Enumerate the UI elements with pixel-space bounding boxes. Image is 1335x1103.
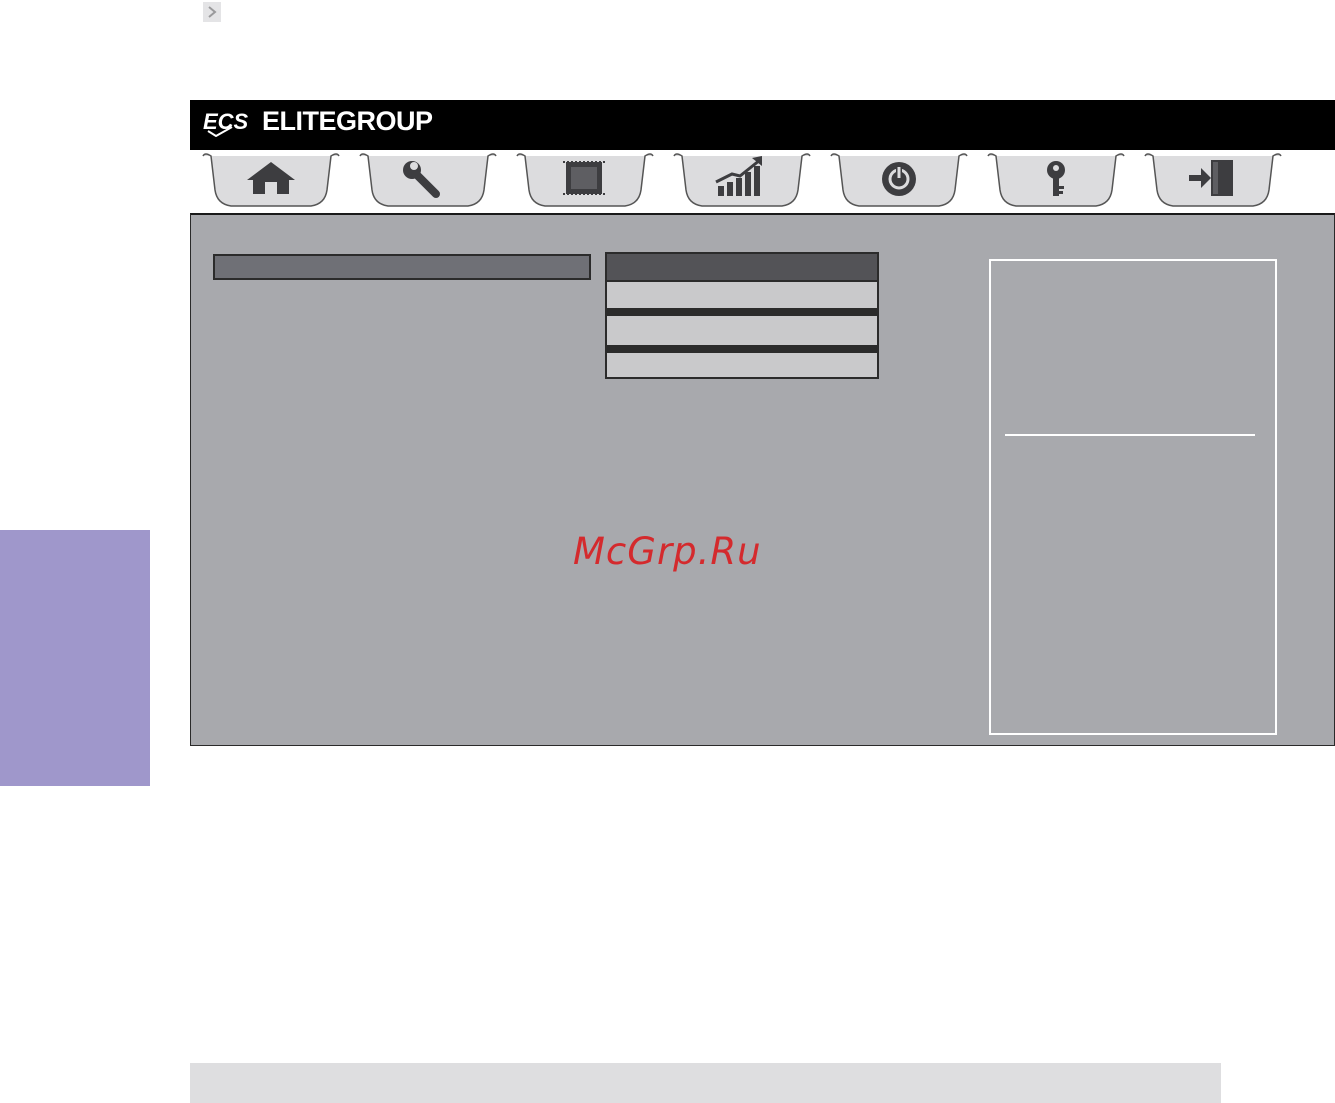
footer-bar [190,1063,1221,1103]
options-popup-header [605,252,879,282]
tab-chipset[interactable] [509,150,661,213]
chip-icon [563,161,605,195]
tab-performance[interactable] [666,150,818,213]
brand-name: ELITEGROUP [262,106,433,136]
tab-boot[interactable] [823,150,975,213]
tab-main[interactable] [195,150,347,213]
options-popup [605,252,879,379]
chevron-right-icon [203,2,221,22]
ecs-logo: ECS [202,109,254,142]
help-panel [989,259,1277,735]
tab-exit[interactable] [1137,150,1289,213]
tab-advanced[interactable] [352,150,504,213]
tab-bar [190,150,1335,213]
option-item-2[interactable] [605,316,879,347]
help-divider [1005,434,1255,436]
brand-bar: ECS ELITEGROUP [190,100,1335,150]
power-icon [882,162,916,196]
setting-row-selected[interactable] [213,254,591,280]
side-chapter-tab [0,530,150,786]
settings-panel [190,213,1335,746]
option-item-3[interactable] [605,353,879,379]
bios-setup-screen: ECS ELITEGROUP [190,100,1335,746]
tab-security[interactable] [980,150,1132,213]
watermark: McGrp.Ru [573,530,762,573]
option-item-1[interactable] [605,282,879,310]
